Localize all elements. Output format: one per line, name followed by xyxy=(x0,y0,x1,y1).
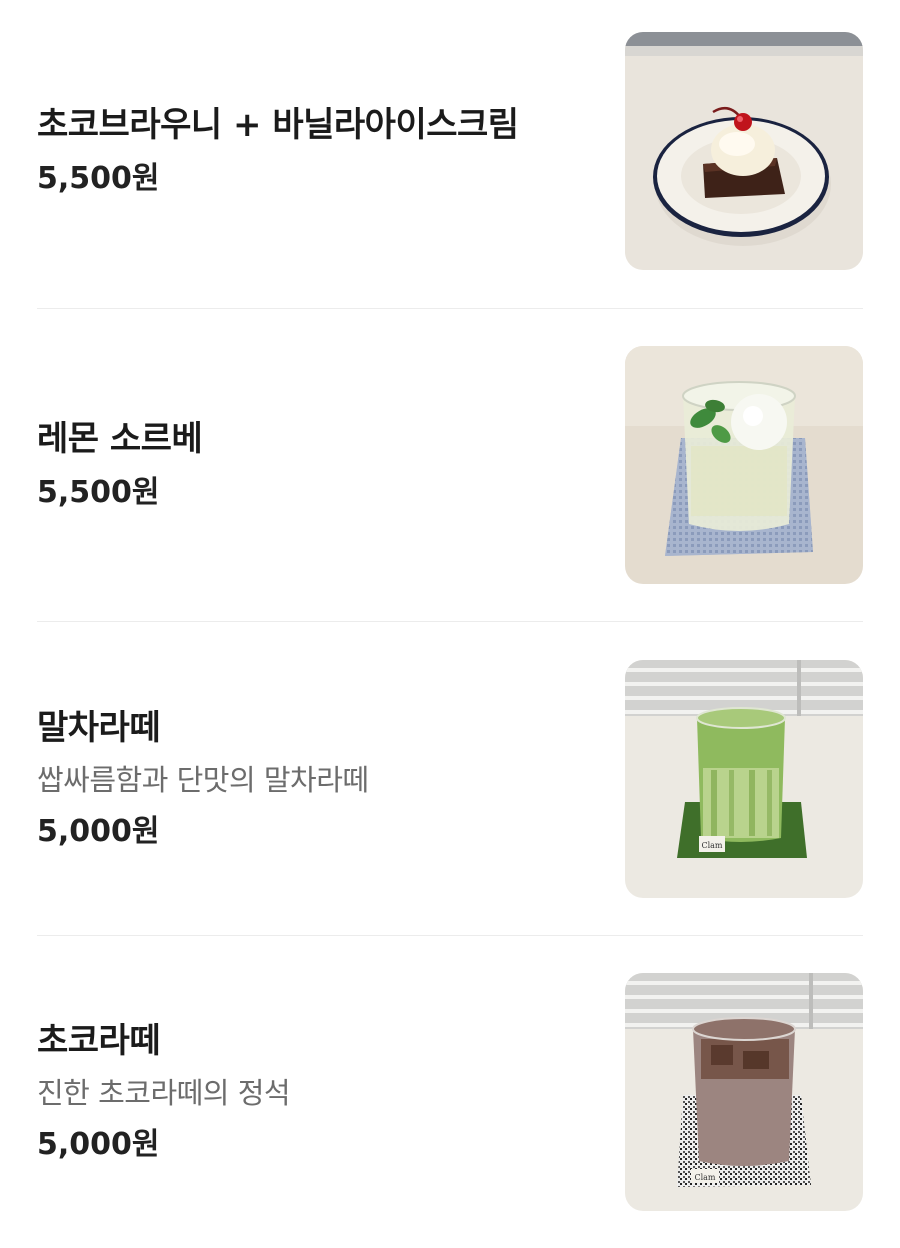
menu-item-name: 초코브라우니 + 바닐라아이스크림 xyxy=(37,105,519,145)
menu-item-matcha-latte[interactable]: 말차라떼 쌉싸름함과 단맛의 말차라떼 5,000원 Clam xyxy=(37,660,863,898)
menu-item-price: 5,000원 xyxy=(37,814,160,849)
menu-item-name: 말차라떼 xyxy=(37,708,161,748)
divider xyxy=(37,621,863,622)
divider xyxy=(37,308,863,309)
menu-item-text: 말차라떼 쌉싸름함과 단맛의 말차라떼 5,000원 xyxy=(37,660,597,898)
divider xyxy=(37,935,863,936)
menu-item-name: 레몬 소르베 xyxy=(37,419,203,459)
menu-item-lemon-sorbet[interactable]: 레몬 소르베 5,500원 xyxy=(37,346,863,584)
menu-list: 초코브라우니 + 바닐라아이스크림 5,500원 레몬 소르베 5,500원 말… xyxy=(0,0,900,1248)
menu-item-text: 초코라떼 진한 초코라떼의 정석 5,000원 xyxy=(37,973,597,1211)
menu-item-price: 5,500원 xyxy=(37,161,160,196)
brownie-icecream-photo[interactable] xyxy=(625,32,863,270)
menu-item-brownie[interactable]: 초코브라우니 + 바닐라아이스크림 5,500원 xyxy=(37,32,863,270)
lemon-sorbet-photo[interactable] xyxy=(625,346,863,584)
matcha-latte-photo[interactable]: Clam xyxy=(625,660,863,898)
menu-item-description: 쌉싸름함과 단맛의 말차라떼 xyxy=(37,763,369,797)
menu-item-price: 5,500원 xyxy=(37,475,160,510)
menu-item-price: 5,000원 xyxy=(37,1127,160,1162)
coaster-label: Clam xyxy=(694,1173,715,1182)
menu-item-text: 레몬 소르베 5,500원 xyxy=(37,346,597,584)
menu-item-name: 초코라떼 xyxy=(37,1021,161,1061)
menu-item-choco-latte[interactable]: 초코라떼 진한 초코라떼의 정석 5,000원 Clam xyxy=(37,973,863,1211)
choco-latte-photo[interactable]: Clam xyxy=(625,973,863,1211)
menu-item-text: 초코브라우니 + 바닐라아이스크림 5,500원 xyxy=(37,32,597,270)
coaster-label: Clam xyxy=(701,841,722,850)
menu-item-description: 진한 초코라떼의 정석 xyxy=(37,1076,291,1110)
